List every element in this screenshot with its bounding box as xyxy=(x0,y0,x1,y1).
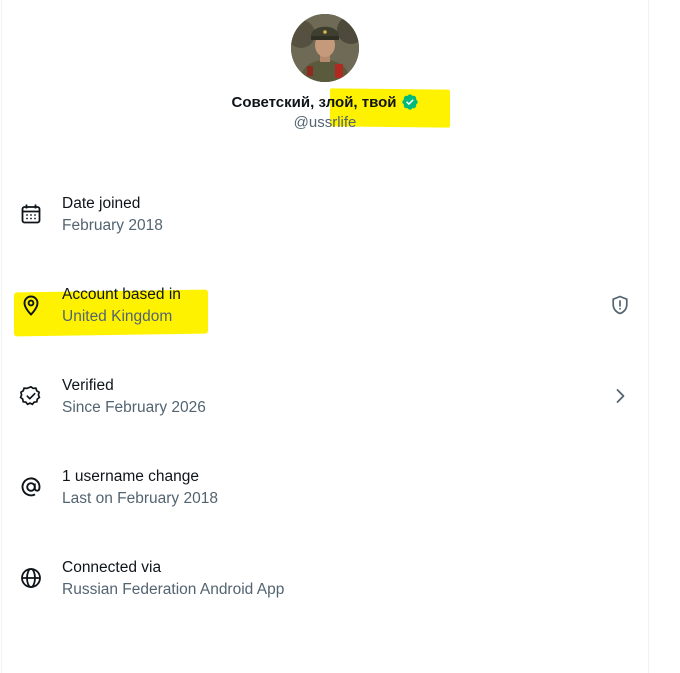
account-based-in-label: Account based in xyxy=(62,286,181,303)
display-name[interactable]: Советский, злой, твой xyxy=(232,94,397,111)
calendar-icon xyxy=(19,202,43,226)
username-change-text: 1 username change Last on February 2018 xyxy=(62,466,218,509)
at-sign-icon xyxy=(19,475,43,499)
username-change-label: 1 username change xyxy=(62,468,200,485)
verified-text: Verified Since February 2026 xyxy=(62,375,206,418)
account-based-in-value: United Kingdom xyxy=(62,308,173,325)
info-row-verified[interactable]: Verified Since February 2026 xyxy=(0,374,650,436)
connected-via-value: Russian Federation Android App xyxy=(62,581,285,598)
profile-header: Советский, злой, твой @ussrlife xyxy=(0,14,650,131)
avatar[interactable] xyxy=(291,14,359,82)
info-row-account-based-in: Account based in United Kingdom xyxy=(0,283,650,345)
shield-alert-icon[interactable] xyxy=(608,293,632,317)
connected-via-label: Connected via xyxy=(62,559,162,576)
chevron-right-icon[interactable] xyxy=(608,384,632,408)
verified-since-value: Since February 2026 xyxy=(62,399,206,416)
about-account-panel: Советский, злой, твой @ussrlife Date joi… xyxy=(0,0,680,673)
date-joined-value: February 2018 xyxy=(62,217,163,234)
username-handle[interactable]: @ussrlife xyxy=(0,114,650,131)
info-row-connected-via: Connected via Russian Federation Android… xyxy=(0,556,650,618)
info-row-username-changes: 1 username change Last on February 2018 xyxy=(0,465,650,527)
account-based-in-text: Account based in United Kingdom xyxy=(62,284,181,327)
name-row: Советский, злой, твой xyxy=(0,91,650,113)
globe-icon xyxy=(19,566,43,590)
verified-badge-icon[interactable] xyxy=(401,93,419,111)
connected-via-text: Connected via Russian Federation Android… xyxy=(62,557,284,600)
verified-label: Verified xyxy=(62,377,114,394)
verified-outline-icon xyxy=(19,384,43,408)
date-joined-text: Date joined February 2018 xyxy=(62,193,163,236)
date-joined-label: Date joined xyxy=(62,195,141,212)
username-change-value: Last on February 2018 xyxy=(62,490,218,507)
avatar-portrait-image xyxy=(291,14,359,82)
location-pin-icon xyxy=(19,293,43,317)
info-row-date-joined: Date joined February 2018 xyxy=(0,192,650,254)
